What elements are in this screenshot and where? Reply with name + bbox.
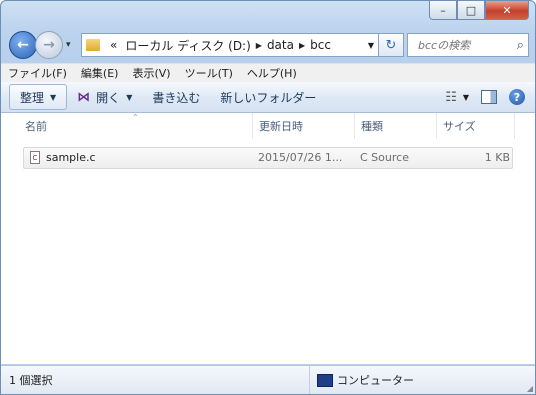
file-row[interactable]: C sample.c 2015/07/26 1... C Source 1 KB bbox=[23, 147, 513, 169]
help-icon[interactable]: ? bbox=[509, 89, 525, 105]
new-folder-label: 新しいフォルダー bbox=[220, 90, 317, 105]
c-source-file-icon: C bbox=[30, 151, 40, 164]
address-dropdown-icon[interactable]: ▼ bbox=[368, 41, 374, 50]
computer-icon bbox=[317, 373, 333, 387]
status-bar: 1 個選択 コンピューター ◢ bbox=[1, 365, 535, 394]
breadcrumb-bcc[interactable]: bcc bbox=[306, 38, 335, 52]
view-dropdown-icon[interactable]: ▼ bbox=[463, 93, 469, 102]
organize-button[interactable]: 整理 ▼ bbox=[9, 84, 68, 110]
explorer-window: – □ ✕ ← → ▾ « ローカル ディスク (D:) ▶ data ▶ bc… bbox=[0, 0, 536, 395]
column-name-label: 名前 bbox=[25, 120, 47, 133]
back-button[interactable]: ← bbox=[9, 31, 37, 59]
location-label: コンピューター bbox=[337, 374, 414, 387]
selection-count: 1 個選択 bbox=[9, 374, 53, 387]
breadcrumb-overflow[interactable]: « bbox=[106, 38, 121, 52]
preview-pane-icon[interactable] bbox=[481, 90, 497, 104]
navigation-buttons: ← → ▾ bbox=[9, 31, 71, 59]
new-folder-button[interactable]: 新しいフォルダー bbox=[210, 85, 326, 109]
close-icon[interactable]: ✕ bbox=[485, 1, 529, 20]
refresh-icon: ↻ bbox=[385, 37, 397, 53]
file-list[interactable]: ⌃ 名前 更新日時 種類 サイズ C sample.c 2015/07/26 1… bbox=[1, 113, 535, 364]
breadcrumb-separator-icon[interactable]: ▶ bbox=[255, 41, 263, 50]
open-button[interactable]: ⋈ 開く ▼ bbox=[67, 85, 142, 109]
chevron-down-icon: ▼ bbox=[126, 92, 133, 102]
command-bar: 整理 ▼ ⋈ 開く ▼ 書き込む 新しいフォルダー ☷ ▼ ? bbox=[1, 82, 535, 113]
change-view-icon[interactable]: ☷ bbox=[445, 90, 457, 105]
search-icon[interactable]: ⌕ bbox=[517, 38, 524, 53]
refresh-button[interactable]: ↻ bbox=[378, 33, 404, 57]
forward-button[interactable]: → bbox=[35, 31, 63, 59]
menu-help[interactable]: ヘルプ(H) bbox=[240, 65, 304, 81]
visual-studio-icon: ⋈ bbox=[77, 89, 91, 105]
folder-icon bbox=[86, 39, 100, 51]
file-size: 1 KB bbox=[484, 151, 510, 164]
column-name[interactable]: 名前 bbox=[19, 113, 253, 139]
menu-view[interactable]: 表示(V) bbox=[125, 65, 177, 81]
column-type-label: 種類 bbox=[361, 120, 383, 133]
chevron-down-icon: ▼ bbox=[50, 92, 57, 102]
status-divider bbox=[309, 366, 310, 394]
breadcrumb-separator-icon[interactable]: ▶ bbox=[298, 41, 306, 50]
breadcrumb-drive[interactable]: ローカル ディスク (D:) bbox=[121, 37, 254, 54]
file-name: sample.c bbox=[46, 151, 96, 164]
recent-pages-dropdown[interactable]: ▾ bbox=[66, 40, 71, 50]
column-size[interactable]: サイズ bbox=[437, 113, 515, 139]
burn-button[interactable]: 書き込む bbox=[142, 85, 210, 109]
column-date-label: 更新日時 bbox=[259, 120, 303, 133]
status-location: コンピューター bbox=[317, 372, 414, 388]
burn-label: 書き込む bbox=[152, 90, 201, 105]
menu-bar: ファイル(F) 編集(E) 表示(V) ツール(T) ヘルプ(H) bbox=[1, 63, 535, 82]
file-date: 2015/07/26 1... bbox=[258, 151, 343, 164]
caption-buttons: – □ ✕ bbox=[429, 1, 529, 20]
open-label: 開く bbox=[96, 90, 121, 105]
column-type[interactable]: 種類 bbox=[355, 113, 437, 139]
column-date[interactable]: 更新日時 bbox=[253, 113, 355, 139]
maximize-icon[interactable]: □ bbox=[457, 1, 485, 20]
breadcrumb-data[interactable]: data bbox=[263, 38, 298, 52]
minimize-icon[interactable]: – bbox=[429, 1, 457, 20]
search-input[interactable] bbox=[416, 37, 514, 53]
toolbar-right: ☷ ▼ ? bbox=[445, 89, 535, 105]
search-box[interactable]: ⌕ bbox=[407, 33, 529, 57]
menu-tools[interactable]: ツール(T) bbox=[178, 65, 240, 81]
menu-file[interactable]: ファイル(F) bbox=[1, 65, 74, 81]
column-size-label: サイズ bbox=[443, 120, 476, 133]
menu-edit[interactable]: 編集(E) bbox=[74, 65, 126, 81]
resize-grip-icon[interactable]: ◢ bbox=[527, 384, 533, 393]
organize-label: 整理 bbox=[20, 90, 45, 105]
column-header: ⌃ 名前 更新日時 種類 サイズ bbox=[1, 113, 535, 139]
address-bar[interactable]: « ローカル ディスク (D:) ▶ data ▶ bcc ▼ bbox=[81, 33, 381, 57]
file-type: C Source bbox=[360, 151, 409, 164]
